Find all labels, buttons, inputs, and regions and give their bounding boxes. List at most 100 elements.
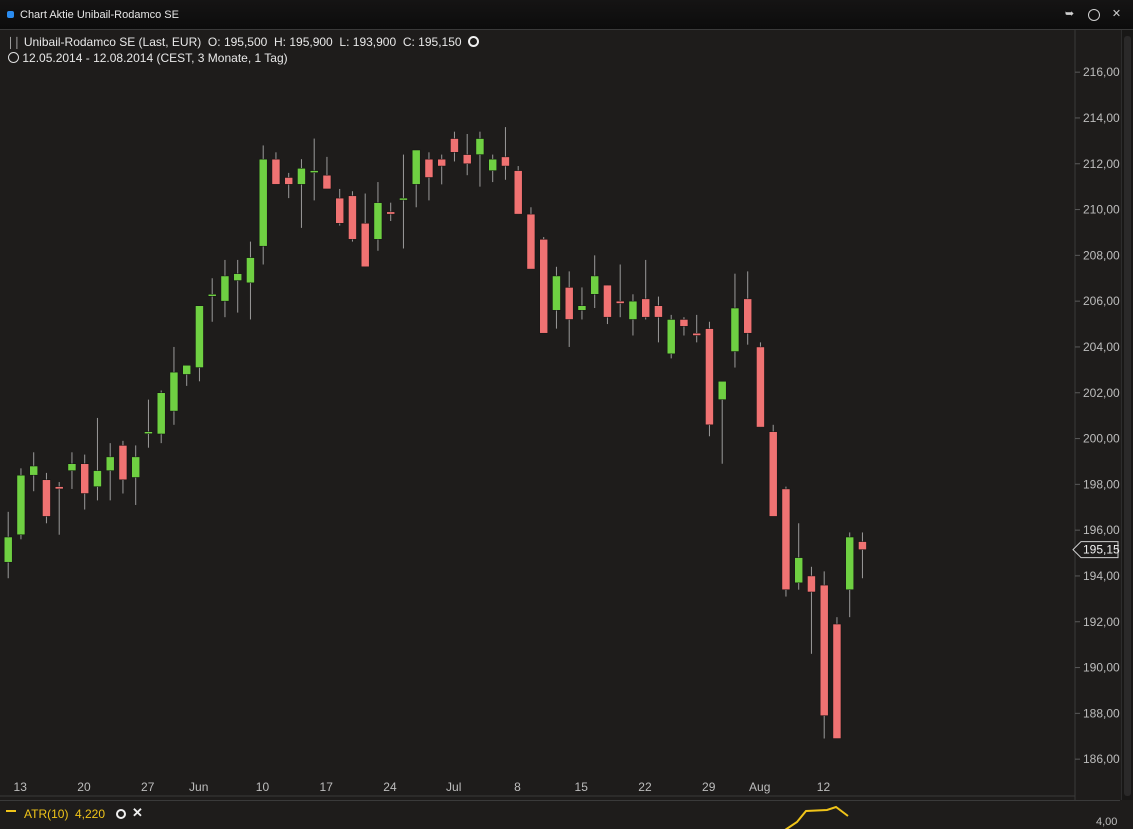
candlestick-chart[interactable]: 186,000 188,000 190,000 192,000 194,000 196,0…	[0, 30, 1127, 800]
vertical-scrollbar[interactable]	[1121, 30, 1133, 800]
candle-down	[501, 156, 510, 167]
candle-down	[284, 177, 293, 185]
x-tick-label: 29	[702, 780, 716, 794]
candle-up	[169, 371, 179, 412]
candle-down	[539, 239, 548, 334]
chart-area[interactable]: 186,000 188,000 190,000 192,000 194,000 196,0…	[0, 30, 1127, 800]
instrument-name: Unibail-Rodamco SE (Last, EUR)	[23, 35, 202, 49]
candle-up	[552, 275, 561, 311]
scrollbar-thumb[interactable]	[1124, 36, 1131, 796]
candle-up	[131, 456, 140, 478]
candle-up	[590, 275, 599, 295]
candle-down	[641, 298, 650, 318]
candle-down	[679, 319, 689, 327]
candle-down	[756, 346, 765, 428]
candle-down	[360, 223, 370, 268]
low-label: L:	[339, 35, 350, 49]
candle-down	[858, 541, 867, 550]
window-icon	[7, 11, 14, 18]
candle-down	[386, 211, 395, 215]
range-header: 12.05.2014 - 12.08.2014 (CEST, 3 Monate,…	[8, 51, 288, 65]
x-tick-label: Jul	[446, 780, 461, 794]
candle-up	[156, 392, 166, 435]
candle-down	[768, 431, 778, 517]
x-tick-label: 24	[383, 780, 397, 794]
indicator-pane: ATR(10) 4,220 ✕ 4,00	[0, 800, 1120, 829]
candle-up	[794, 557, 803, 584]
indicator-close-icon[interactable]: ✕	[132, 805, 143, 821]
indicator-label: ATR(10)	[24, 807, 69, 821]
x-tick-label: 12	[817, 780, 831, 794]
candle-down	[654, 305, 663, 318]
y-tick-label: 208,000	[1083, 248, 1120, 262]
atr-chart	[6, 805, 849, 829]
candle-up	[373, 202, 383, 240]
indicator-settings-icon[interactable]	[116, 809, 126, 819]
candle-up	[666, 319, 676, 355]
candle-up	[207, 294, 217, 297]
detach-icon[interactable]: ➥	[1063, 8, 1076, 21]
candle-up	[717, 381, 727, 400]
y-tick-label: 188,000	[1083, 706, 1120, 720]
candle-up	[399, 197, 408, 201]
x-tick-label: 10	[256, 780, 270, 794]
candle-up	[411, 149, 421, 185]
candle-down	[603, 284, 612, 318]
y-tick-label: 216,000	[1083, 65, 1120, 79]
candle-up	[3, 536, 13, 563]
candle-down	[615, 300, 625, 304]
y-tick-label: 214,000	[1083, 111, 1120, 125]
x-tick-label: Aug	[749, 780, 770, 794]
candle-down	[832, 623, 842, 739]
candle-up	[628, 300, 638, 320]
open-value: 195,500	[223, 35, 268, 49]
candle-down	[450, 138, 459, 153]
window-titlebar: Chart Aktie Unibail-Rodamco SE ➥ ✕	[0, 0, 1133, 30]
x-tick-label: 15	[575, 780, 589, 794]
y-tick-label: 202,000	[1083, 386, 1120, 400]
x-tick-label: 22	[638, 780, 652, 794]
candle-up	[105, 456, 115, 471]
candle-down	[271, 158, 281, 185]
y-tick-label: 196,000	[1083, 523, 1120, 537]
y-tick-label: 198,000	[1083, 477, 1120, 491]
options-icon[interactable]	[468, 36, 480, 47]
candle-down	[335, 197, 344, 224]
x-tick-label: 27	[141, 780, 155, 794]
candle-down	[80, 463, 89, 494]
candles	[3, 127, 867, 739]
chart-type-icon: ││	[8, 38, 21, 49]
candle-down	[348, 195, 357, 240]
high-label: H:	[274, 35, 286, 49]
candle-up	[144, 431, 153, 434]
settings-icon[interactable]	[1088, 9, 1100, 21]
candle-down	[513, 170, 523, 215]
y-axis: 186,000 188,000 190,000 192,000 194,000 196,0…	[1074, 30, 1127, 800]
range-text: 12.05.2014 - 12.08.2014 (CEST, 3 Monate,…	[22, 51, 288, 65]
atr-line	[784, 805, 849, 829]
candle-up	[297, 168, 306, 185]
candle-down	[807, 575, 816, 593]
candle-down	[692, 332, 701, 336]
candle-up	[220, 275, 230, 302]
y-tick-label: 204,000	[1083, 340, 1120, 354]
candle-down	[743, 298, 752, 334]
close-icon[interactable]: ✕	[1110, 8, 1123, 21]
candle-down	[54, 486, 64, 490]
price-marker-label: 195,150	[1083, 543, 1120, 557]
candle-up	[246, 257, 255, 284]
candle-down	[462, 154, 472, 164]
candle-down	[819, 584, 829, 716]
indicator-value: 4,220	[75, 807, 106, 821]
x-tick-label: Jun	[189, 780, 208, 794]
candle-up	[258, 158, 268, 247]
candle-down	[705, 328, 714, 426]
indicator-axis-value: 4,00	[1096, 816, 1118, 828]
candle-up	[475, 138, 485, 155]
candle-down	[424, 158, 434, 178]
candle-up	[195, 305, 204, 368]
candle-up	[29, 465, 38, 476]
candle-down	[564, 287, 574, 320]
candle-down	[322, 174, 332, 190]
open-label: O:	[207, 35, 221, 49]
